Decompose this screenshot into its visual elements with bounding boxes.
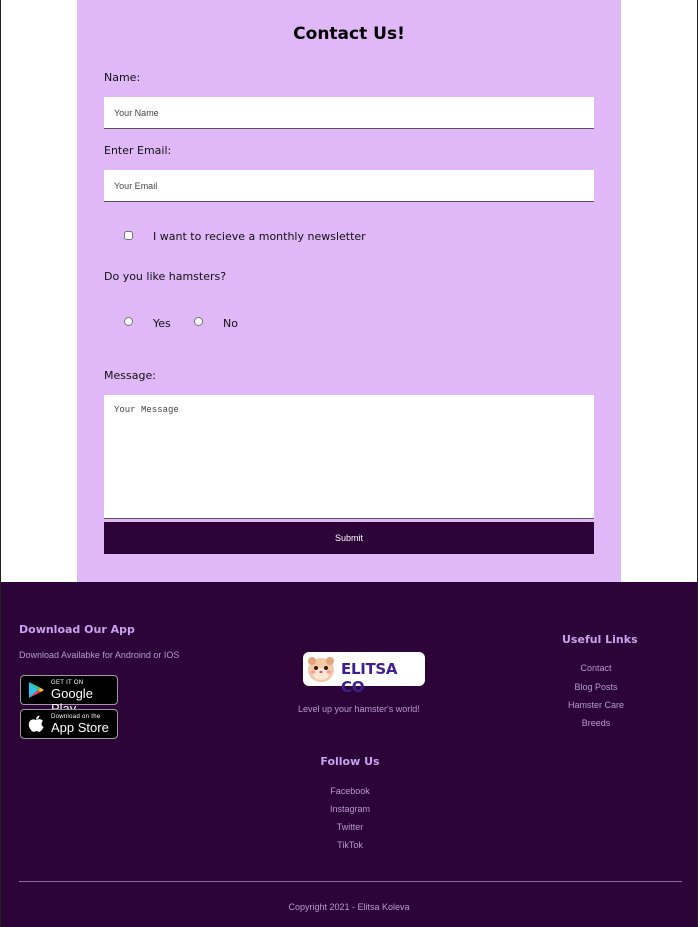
google-play-icon <box>29 682 44 698</box>
useful-link-contact[interactable]: Contact <box>556 663 636 673</box>
radio-yes[interactable] <box>124 317 133 326</box>
logo-text: ELITSA CO <box>341 660 398 696</box>
app-store-badge[interactable]: Download on the App Store <box>20 709 118 739</box>
download-app-heading: Download Our App <box>19 623 135 636</box>
brand-tagline: Level up your hamster's world! <box>298 704 420 714</box>
follow-link-twitter[interactable]: Twitter <box>310 822 390 832</box>
name-input[interactable] <box>104 97 594 129</box>
hamster-question: Do you like hamsters? <box>104 270 227 283</box>
radio-no-label: No <box>223 317 238 330</box>
brand-logo[interactable]: ELITSA CO <box>303 652 425 696</box>
follow-link-instagram[interactable]: Instagram <box>310 804 390 814</box>
email-input[interactable] <box>104 170 594 202</box>
google-play-badge[interactable]: GET IT ON Google Play <box>20 675 118 716</box>
message-label: Message: <box>104 369 156 382</box>
download-app-subtext: Download Availabke for Androind or IOS <box>19 650 180 660</box>
footer-divider <box>19 881 682 882</box>
useful-link-blog-posts[interactable]: Blog Posts <box>556 682 636 692</box>
follow-us-heading: Follow Us <box>320 755 380 768</box>
newsletter-checkbox[interactable] <box>124 231 133 240</box>
submit-button[interactable]: Submit <box>104 522 594 554</box>
follow-link-tiktok[interactable]: TikTok <box>310 840 390 850</box>
useful-links-heading: Useful Links <box>562 633 638 646</box>
newsletter-label: I want to recieve a monthly newsletter <box>153 230 366 243</box>
app-store-big-text: App Store <box>51 720 109 735</box>
message-textarea[interactable] <box>104 395 594 519</box>
form-title: Contact Us! <box>293 24 405 44</box>
useful-link-hamster-care[interactable]: Hamster Care <box>556 700 636 710</box>
hamster-logo-icon <box>308 657 334 682</box>
follow-link-facebook[interactable]: Facebook <box>310 786 390 796</box>
site-footer: Download Our App Download Availabke for … <box>0 582 698 927</box>
name-label: Name: <box>104 71 141 84</box>
radio-no[interactable] <box>194 317 203 326</box>
email-label: Enter Email: <box>104 144 172 157</box>
copyright-text: Copyright 2021 - Elitsa Koleva <box>288 902 410 912</box>
radio-yes-label: Yes <box>153 317 171 330</box>
contact-form-card: Contact Us! Name: Enter Email: I want to… <box>77 0 621 582</box>
apple-icon <box>28 715 44 732</box>
useful-link-breeds[interactable]: Breeds <box>556 718 636 728</box>
